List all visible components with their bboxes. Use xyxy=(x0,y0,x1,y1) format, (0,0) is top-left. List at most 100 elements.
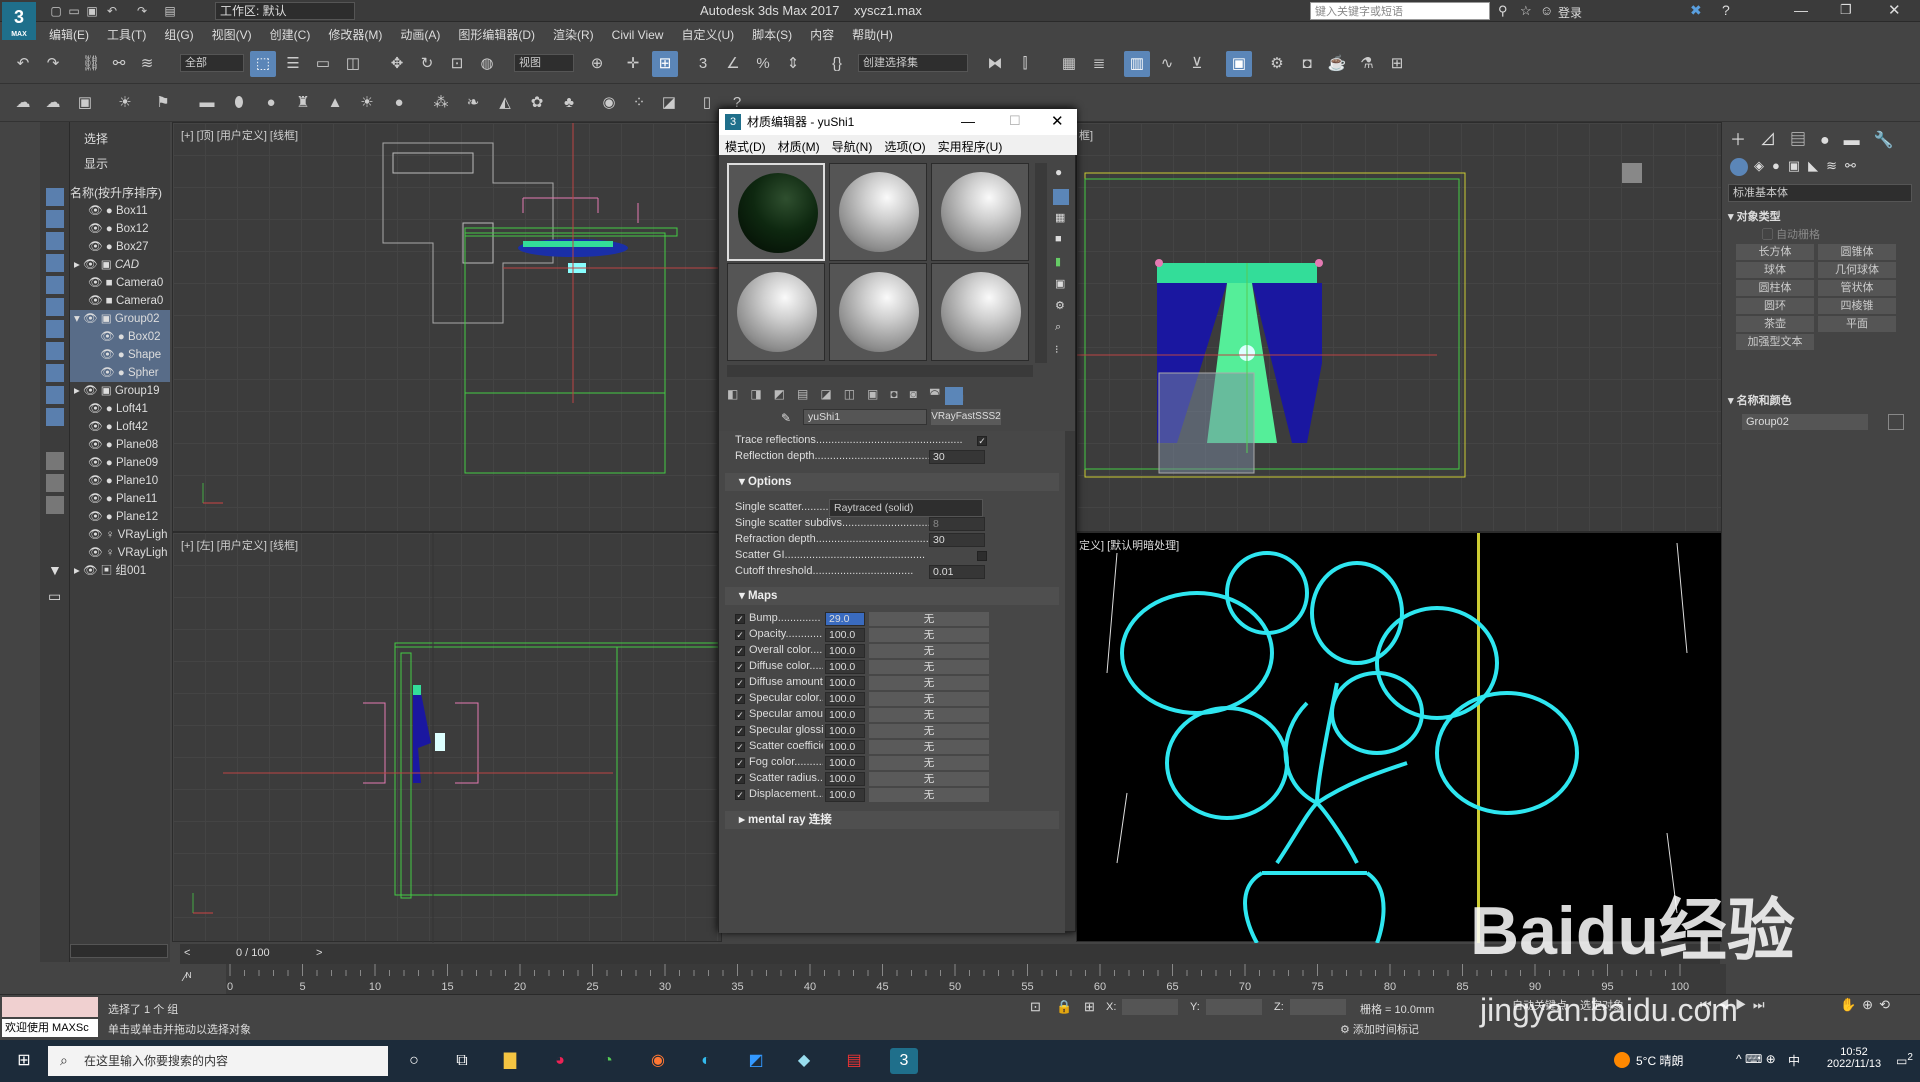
options-rollout-header[interactable]: ▾ Options xyxy=(725,473,1059,491)
scene-list-header[interactable]: 名称(按升序排序) xyxy=(70,184,170,201)
create-category-icons[interactable]: ◈●▣◣≋⚯ xyxy=(1754,158,1864,174)
mental-ray-rollout-header[interactable]: ▸ mental ray 连接 xyxy=(725,811,1059,829)
map-slot-button[interactable]: 无 xyxy=(869,628,989,642)
exchange-icon[interactable]: ✖ xyxy=(1690,2,1702,19)
show-map-in-viewport-icon[interactable] xyxy=(945,387,963,405)
spinner-snap-icon[interactable]: ⇕ xyxy=(780,51,806,77)
menu-content[interactable]: 内容 xyxy=(801,22,843,43)
scene-item[interactable]: ▸ 👁 ▣ Group19 xyxy=(70,382,170,400)
menu-utilities[interactable]: 实用程序(U) xyxy=(932,135,1009,158)
make-preview-icon[interactable]: ▣ xyxy=(1055,277,1065,290)
tab-select[interactable]: 选择 xyxy=(84,130,108,147)
menu-tools[interactable]: 工具(T) xyxy=(98,22,155,43)
teapot-button[interactable]: 茶壶 xyxy=(1736,316,1814,332)
menu-modifiers[interactable]: 修改器(M) xyxy=(319,22,391,43)
redo-icon[interactable]: ↷ xyxy=(40,51,66,77)
pyramid-button[interactable]: 四棱锥 xyxy=(1818,298,1896,314)
redo-icon[interactable]: ↷ xyxy=(134,3,150,19)
scene-item[interactable]: 👁 ● Plane10 xyxy=(70,472,170,490)
scene-item[interactable]: 👁 ● Box11 xyxy=(70,202,170,220)
app-icon[interactable]: ◆ xyxy=(790,1048,818,1074)
sample-type-icon[interactable]: ● xyxy=(1055,165,1062,179)
menu-edit[interactable]: 编辑(E) xyxy=(40,22,98,43)
restore-icon[interactable]: ❐ xyxy=(1840,2,1852,18)
pivot-icon[interactable]: ⊕ xyxy=(584,51,610,77)
notification-icon[interactable]: ▭2 xyxy=(1896,1052,1913,1068)
map-enable-checkbox[interactable]: ✓ xyxy=(735,726,745,736)
map-slot-button[interactable]: 无 xyxy=(869,612,989,626)
angle-snap-icon[interactable]: ∠ xyxy=(720,51,746,77)
time-tag[interactable]: ⚙ 添加时间标记 xyxy=(1340,1021,1419,1037)
name-color-rollout[interactable]: ▾ 名称和颜色 xyxy=(1728,392,1912,408)
name-sort-header[interactable]: 名称(按升序排序) xyxy=(70,186,162,200)
cutoff-spinner[interactable]: 0.01 xyxy=(929,565,985,579)
unlink-icon[interactable]: ⚯ xyxy=(106,51,132,77)
slots-hscrollbar[interactable] xyxy=(727,365,1033,377)
file-explorer-icon[interactable]: ▇ xyxy=(496,1048,524,1074)
menu-help[interactable]: 帮助(H) xyxy=(843,22,902,43)
geometry-icon[interactable] xyxy=(1730,158,1748,176)
firefox-icon[interactable]: ◉ xyxy=(644,1048,672,1074)
filter-bones-icon[interactable] xyxy=(46,364,64,382)
app-icon[interactable]: ▤ xyxy=(840,1048,868,1074)
scene-item[interactable]: 👁 ● Plane08 xyxy=(70,436,170,454)
map-slot-button[interactable]: 无 xyxy=(869,740,989,754)
display-none-icon[interactable] xyxy=(46,474,64,492)
vray-fur-icon[interactable]: ⁂ xyxy=(428,90,454,116)
filter-groups-icon[interactable] xyxy=(46,320,64,338)
material-name-field[interactable]: yuShi1 xyxy=(803,409,927,425)
tray-icons[interactable]: ^ ⌨ ⊕ xyxy=(1736,1052,1776,1066)
vray-cube-icon[interactable]: ◪ xyxy=(656,90,682,116)
reflection-depth-spinner[interactable]: 30 xyxy=(929,450,985,464)
light-lister-icon[interactable]: ☀ xyxy=(112,90,138,116)
app-icon[interactable]: ◕ xyxy=(546,1048,574,1074)
autogrid-checkbox[interactable]: ▢ 自动栅格 xyxy=(1762,226,1820,242)
sample-slot[interactable] xyxy=(931,163,1029,261)
menu-modes[interactable]: 模式(D) xyxy=(719,135,772,158)
menu-animation[interactable]: 动画(A) xyxy=(391,22,449,43)
app-icon[interactable]: ◩ xyxy=(742,1048,770,1074)
lock-icon[interactable]: 🔒 xyxy=(1056,999,1072,1015)
torus-button[interactable]: 圆环 xyxy=(1736,298,1814,314)
placement-icon[interactable]: ◍ xyxy=(474,51,500,77)
menu-options[interactable]: 选项(O) xyxy=(878,135,931,158)
taskbar-search-box[interactable]: 在这里输入你要搜索的内容 xyxy=(48,1046,388,1076)
map-amount-spinner[interactable]: 29.0 xyxy=(825,612,865,626)
single-scatter-dropdown[interactable]: Raytraced (solid) xyxy=(829,499,983,517)
filter-helpers-icon[interactable] xyxy=(46,276,64,294)
absolute-mode-icon[interactable]: ⊞ xyxy=(1084,999,1095,1015)
ime-indicator[interactable]: 中 xyxy=(1788,1052,1800,1069)
sample-slot[interactable] xyxy=(829,263,927,361)
undo-icon[interactable]: ↶ xyxy=(104,3,120,19)
map-amount-spinner[interactable]: 100.0 xyxy=(825,724,865,738)
map-enable-checkbox[interactable]: ✓ xyxy=(735,710,745,720)
cylinder-button[interactable]: 圆柱体 xyxy=(1736,280,1814,296)
scene-item[interactable]: ▸ 👁 ▣ CAD xyxy=(70,256,170,274)
filter-xrefs-icon[interactable] xyxy=(46,342,64,360)
filter-frozen-icon[interactable] xyxy=(46,408,64,426)
map-enable-checkbox[interactable]: ✓ xyxy=(735,646,745,656)
scene-item[interactable]: 👁 ● Box27 xyxy=(70,238,170,256)
map-amount-spinner[interactable]: 100.0 xyxy=(825,644,865,658)
prev-frame-icon[interactable]: < xyxy=(184,947,190,959)
sample-slot[interactable] xyxy=(727,263,825,361)
isolate-icon[interactable]: ⊡ xyxy=(1030,999,1041,1015)
a360-icon[interactable]: ⊞ xyxy=(1384,51,1410,77)
menu-group[interactable]: 组(G) xyxy=(155,22,202,43)
vray-plane-icon[interactable]: ▬ xyxy=(194,90,220,116)
save-icon[interactable]: ▣ xyxy=(84,3,100,19)
task-view-icon[interactable]: ⧉ xyxy=(448,1048,476,1074)
vray-tool-icon[interactable]: ▯ xyxy=(694,90,720,116)
menu-create[interactable]: 创建(C) xyxy=(261,22,320,43)
link-icon[interactable]: ⛓ xyxy=(78,51,104,77)
vray-light-icon[interactable]: ⬮ xyxy=(226,90,252,116)
map-enable-checkbox[interactable]: ✓ xyxy=(735,790,745,800)
scene-item[interactable]: 👁 ● Shape xyxy=(70,346,170,364)
track-bar-icon[interactable]: ⁄ᴺ xyxy=(184,970,191,984)
teapot-icon[interactable]: ☁ xyxy=(10,90,36,116)
maps-rollout-header[interactable]: ▾ Maps xyxy=(725,587,1059,605)
frame-buffer-icon[interactable]: ▣ xyxy=(72,90,98,116)
select-manipulate-icon[interactable]: ✛ xyxy=(620,51,646,77)
ref-coord-dropdown[interactable]: 视图 xyxy=(514,54,574,72)
binoculars-icon[interactable]: ⚲ xyxy=(1498,3,1508,19)
